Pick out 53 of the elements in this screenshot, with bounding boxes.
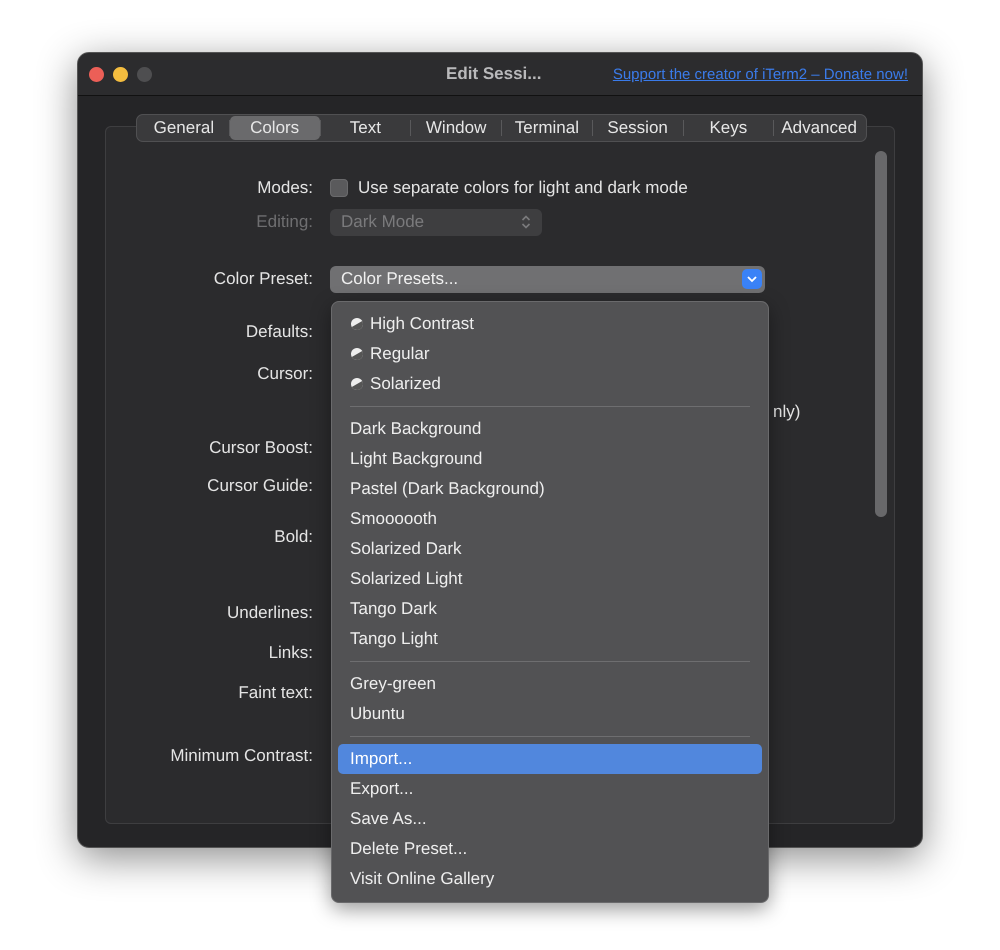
minimize-icon[interactable]: [113, 66, 128, 82]
zoom-icon[interactable]: [137, 66, 152, 82]
chevron-down-icon: [742, 269, 762, 289]
menu-item[interactable]: Solarized Dark: [338, 534, 762, 564]
preset-dropdown[interactable]: Color Presets...: [330, 266, 765, 292]
tab[interactable]: General: [139, 116, 229, 140]
menu-item[interactable]: Delete Preset...: [338, 834, 762, 864]
field-label: Bold:: [274, 527, 313, 546]
checkbox[interactable]: [330, 179, 348, 197]
field-label: Links:: [268, 643, 313, 662]
field-label: Editing:: [256, 212, 313, 231]
menu-item[interactable]: Dark Background: [338, 414, 762, 444]
field-label: Underlines:: [227, 603, 313, 622]
menu-item[interactable]: Light Background: [338, 444, 762, 474]
window-title: Edit Sessi...: [446, 64, 542, 84]
option-text: nly): [773, 402, 800, 422]
half-circle-icon: [350, 317, 364, 331]
menu-item[interactable]: Visit Online Gallery: [338, 864, 762, 894]
field-label: Faint text:: [238, 683, 313, 702]
tab[interactable]: Session: [592, 116, 682, 140]
field-label: Cursor Guide:: [207, 476, 313, 495]
tab[interactable]: Colors: [230, 116, 320, 140]
menu-item[interactable]: Solarized: [338, 369, 762, 399]
field-label: Cursor Boost:: [209, 438, 313, 457]
tab[interactable]: Terminal: [502, 116, 592, 140]
scrollbar[interactable]: [875, 151, 887, 517]
tab[interactable]: Keys: [684, 116, 774, 140]
menu-item[interactable]: Save As...: [338, 804, 762, 834]
tab[interactable]: Advanced: [774, 116, 864, 140]
menu-item[interactable]: Tango Light: [338, 624, 762, 654]
field-label: Minimum Contrast:: [170, 746, 313, 765]
menu-item[interactable]: Solarized Light: [338, 564, 762, 594]
menu-item[interactable]: Pastel (Dark Background): [338, 474, 762, 504]
half-circle-icon: [350, 347, 364, 361]
menu-item[interactable]: Grey-green: [338, 669, 762, 699]
field-label: Modes:: [257, 178, 313, 197]
menu-item[interactable]: Ubuntu: [338, 699, 762, 729]
menu-item[interactable]: Tango Dark: [338, 594, 762, 624]
menu-item[interactable]: Export...: [338, 774, 762, 804]
field-label: Color Preset:: [214, 269, 313, 288]
field-label: Defaults:: [246, 322, 313, 341]
menu-item[interactable]: High Contrast: [338, 309, 762, 339]
chevron-updown-icon: [521, 214, 531, 230]
menu-item[interactable]: Smoooooth: [338, 504, 762, 534]
menu-item[interactable]: Regular: [338, 339, 762, 369]
menu-item[interactable]: Import...: [338, 744, 762, 774]
field-label: Cursor:: [257, 364, 313, 383]
tab[interactable]: Window: [411, 116, 501, 140]
checkbox-label: Use separate colors for light and dark mode: [358, 178, 688, 198]
close-icon[interactable]: [89, 66, 104, 82]
tab[interactable]: Text: [320, 116, 410, 140]
half-circle-icon: [350, 377, 364, 391]
donate-link[interactable]: Support the creator of iTerm2 – Donate now!: [612, 66, 908, 82]
